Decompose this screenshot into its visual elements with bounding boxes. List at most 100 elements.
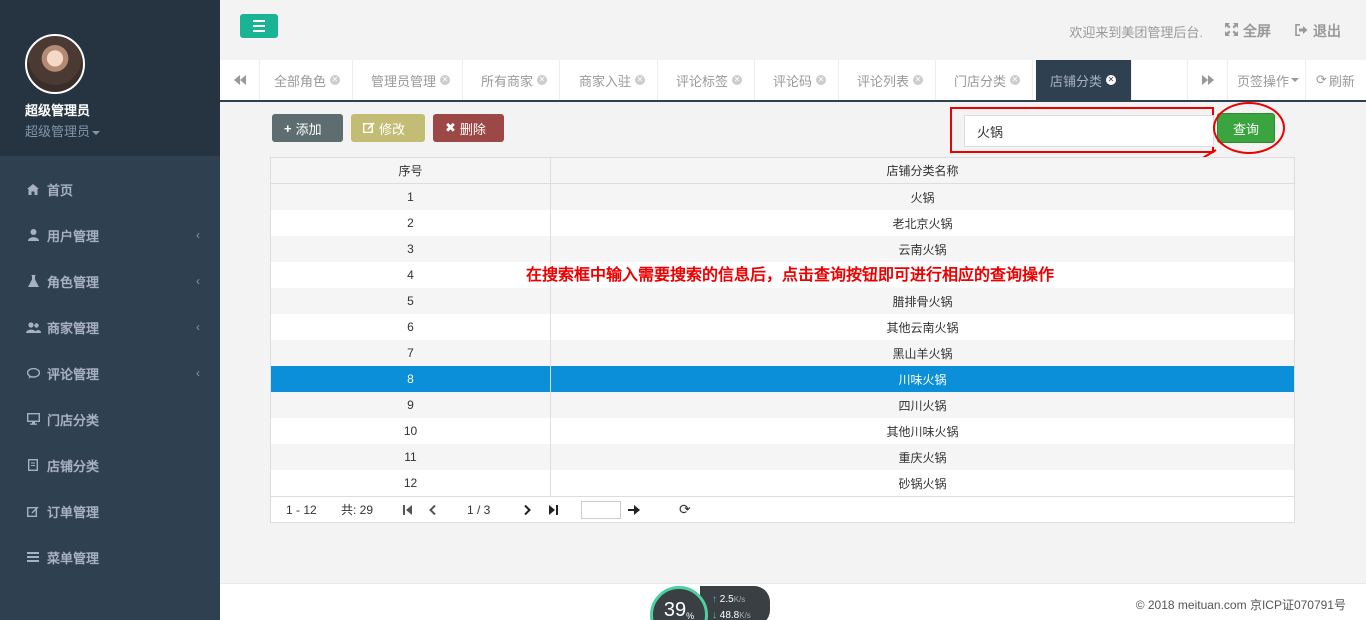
data-grid: 序号 店铺分类名称 1 火锅 2 老北京火锅 3 云南火锅 4 5 腊排骨火锅 6 其他云… xyxy=(270,157,1295,523)
tab-scroll-right-button[interactable] xyxy=(1187,60,1227,100)
tab-all-roles[interactable]: 全部角色 ✕ xyxy=(260,60,354,100)
table-row[interactable]: 1 火锅 xyxy=(271,184,1294,210)
close-icon[interactable]: ✕ xyxy=(1010,75,1021,85)
sidebar-item-label: 首页 xyxy=(47,182,74,198)
profile-role-dropdown[interactable]: 超级管理员 xyxy=(25,121,220,140)
tab-label: 评论码 xyxy=(773,73,813,89)
sidebar-item-home[interactable]: 首页 xyxy=(0,166,220,212)
cell-name: 其他云南火锅 xyxy=(886,320,959,335)
fullscreen-button[interactable]: 全屏 xyxy=(1225,21,1271,41)
table-row[interactable]: 11 重庆火锅 xyxy=(271,444,1294,470)
cell-name: 火锅 xyxy=(910,190,935,205)
welcome-text: 欢迎来到美团管理后台. xyxy=(1069,25,1203,40)
cell-index: 7 xyxy=(271,340,551,366)
cell-name: 腊排骨火锅 xyxy=(892,294,953,309)
tab-admin-management[interactable]: 管理员管理 ✕ xyxy=(357,60,464,100)
refresh-tab-button[interactable]: ⟳ 刷新 xyxy=(1305,60,1366,100)
pager-current: 1 / 3 xyxy=(467,502,491,517)
caret-down-icon xyxy=(1291,78,1300,82)
sidebar-item-comments[interactable]: 评论管理 ‹ xyxy=(0,350,220,396)
sidebar-item-store-category[interactable]: 门店分类 xyxy=(0,396,220,442)
close-icon[interactable]: ✕ xyxy=(1106,75,1117,85)
comment-icon xyxy=(25,367,41,379)
sidebar-item-roles[interactable]: 角色管理 ‹ xyxy=(0,258,220,304)
search-highlight-box xyxy=(950,107,1214,153)
tab-shop-category[interactable]: 店铺分类 ✕ xyxy=(1036,60,1132,100)
close-icon[interactable]: ✕ xyxy=(913,75,924,85)
delete-button[interactable]: ✖ 删除 xyxy=(433,114,504,142)
go-arrow-icon[interactable] xyxy=(628,504,640,515)
cell-name: 老北京火锅 xyxy=(892,216,953,231)
sidebar-nav: 首页 用户管理 ‹ 角色管理 ‹ 商家管理 ‹ 评论管理 ‹ 门店分类 店铺分类… xyxy=(0,166,220,580)
close-icon[interactable]: ✕ xyxy=(440,75,451,85)
sidebar-item-menus[interactable]: 菜单管理 xyxy=(0,534,220,580)
sidebar-item-label: 角色管理 xyxy=(47,274,100,290)
profile-name: 超级管理员 xyxy=(25,103,91,118)
table-row[interactable]: 12 砂锅火锅 xyxy=(271,470,1294,496)
column-header-name[interactable]: 店铺分类名称 xyxy=(551,158,1294,183)
caret-down-icon xyxy=(92,130,101,135)
cell-index: 6 xyxy=(271,314,551,340)
page-number-input[interactable] xyxy=(581,500,621,519)
backward-icon xyxy=(233,73,246,88)
table-row[interactable]: 9 四川火锅 xyxy=(271,392,1294,418)
sidebar-item-users[interactable]: 用户管理 ‹ xyxy=(0,212,220,258)
close-icon[interactable]: ✕ xyxy=(537,75,548,85)
table-row[interactable]: 5 腊排骨火锅 xyxy=(271,288,1294,314)
cell-index: 8 xyxy=(271,366,551,392)
cell-name: 重庆火锅 xyxy=(898,450,947,465)
edit-icon xyxy=(25,505,41,517)
next-page-icon[interactable] xyxy=(524,504,531,515)
avatar[interactable] xyxy=(25,34,85,94)
tab-scroll-left-button[interactable] xyxy=(220,60,260,100)
close-icon[interactable]: ✕ xyxy=(816,75,827,85)
sidebar-item-label: 菜单管理 xyxy=(47,550,100,566)
edit-button[interactable]: 修改 xyxy=(351,114,425,142)
home-icon xyxy=(25,183,41,195)
tab-label: 管理员管理 xyxy=(371,73,437,89)
close-icon[interactable]: ✕ xyxy=(732,75,743,85)
tab-all-merchants[interactable]: 所有商家 ✕ xyxy=(467,60,561,100)
sidebar-item-merchants[interactable]: 商家管理 ‹ xyxy=(0,304,220,350)
search-input[interactable] xyxy=(964,115,1214,147)
tab-operations-dropdown[interactable]: 页签操作 xyxy=(1227,60,1305,100)
download-speed: 48.8 xyxy=(719,610,740,620)
main-content: +添加 修改 ✖删除 查询 序号 店铺分类名称 1 火锅 2 老北京火锅 3 云南火锅… xyxy=(220,102,1366,583)
prev-page-icon[interactable] xyxy=(429,504,436,515)
cell-index: 11 xyxy=(271,444,551,470)
search-button[interactable]: 查询 xyxy=(1217,113,1275,143)
tab-label: 评论标签 xyxy=(676,73,729,89)
tab-comment-list[interactable]: 评论列表 ✕ xyxy=(843,60,937,100)
column-header-index[interactable]: 序号 xyxy=(271,158,551,183)
tab-store-category[interactable]: 门店分类 ✕ xyxy=(940,60,1034,100)
add-button[interactable]: + 添加 xyxy=(272,114,343,142)
table-row[interactable]: 7 黑山羊火锅 xyxy=(271,340,1294,366)
table-row[interactable]: 6 其他云南火锅 xyxy=(271,314,1294,340)
table-row[interactable]: 3 云南火锅 xyxy=(271,236,1294,262)
speed-unit: K/s xyxy=(733,595,746,604)
sidebar: 超级管理员 超级管理员 首页 用户管理 ‹ 角色管理 ‹ 商家管理 ‹ 评论管理… xyxy=(0,0,220,620)
sidebar-item-shop-category[interactable]: 店铺分类 xyxy=(0,442,220,488)
table-row-selected[interactable]: 8 川味火锅 xyxy=(271,366,1294,392)
cell-name: 川味火锅 xyxy=(898,372,947,387)
reload-icon[interactable]: ⟳ xyxy=(679,501,691,518)
upload-speed: 2.5 xyxy=(719,594,734,605)
sidebar-item-orders[interactable]: 订单管理 xyxy=(0,488,220,534)
pager-total: 共: 29 xyxy=(341,503,374,517)
tab-comment-codes[interactable]: 评论码 ✕ xyxy=(759,60,840,100)
upload-icon: ↑ xyxy=(712,594,717,605)
last-page-icon[interactable] xyxy=(549,504,558,515)
table-row[interactable]: 2 老北京火锅 xyxy=(271,210,1294,236)
first-page-icon[interactable] xyxy=(403,504,412,515)
chevron-left-icon: ‹ xyxy=(196,320,200,334)
logout-button[interactable]: 退出 xyxy=(1295,21,1341,41)
tab-comment-tags[interactable]: 评论标签 ✕ xyxy=(662,60,756,100)
close-icon[interactable]: ✕ xyxy=(330,75,341,85)
tab-merchant-onboarding[interactable]: 商家入驻 ✕ xyxy=(565,60,659,100)
menu-toggle-button[interactable] xyxy=(240,14,278,38)
chevron-left-icon: ‹ xyxy=(196,228,200,242)
sidebar-item-label: 店铺分类 xyxy=(47,458,100,474)
table-row[interactable]: 10 其他川味火锅 xyxy=(271,418,1294,444)
close-icon[interactable]: ✕ xyxy=(635,75,646,85)
annotation-text: 在搜索框中输入需要搜索的信息后，点击查询按钮即可进行相应的查询操作 xyxy=(526,267,1055,284)
